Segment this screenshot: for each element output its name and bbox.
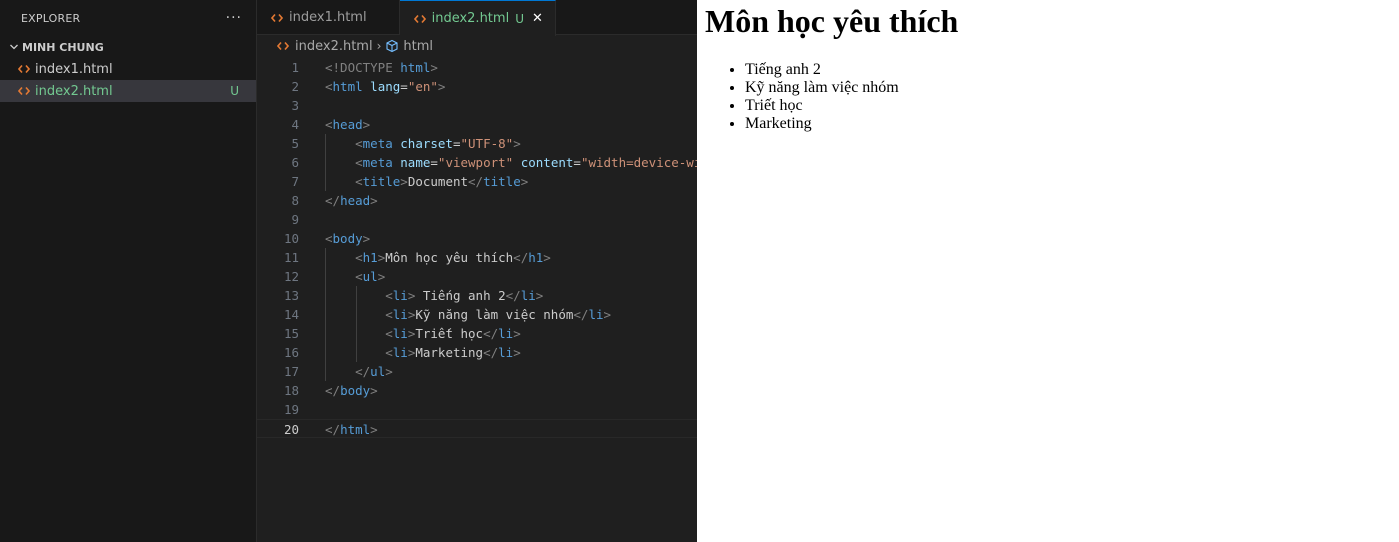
list-item: Triết học [745,97,1399,115]
browser-preview: Môn học yêu thích Tiếng anh 2 Kỹ năng là… [697,0,1399,542]
line-number: 19 [283,402,299,417]
list-item: Marketing [745,115,1399,133]
list-item: Tiếng anh 2 [745,61,1399,79]
line-number: 11 [283,250,299,265]
line-number: 18 [283,383,299,398]
line-number: 13 [283,288,299,303]
code-line: 2 <html lang="en"> [257,77,697,96]
tab-index2[interactable]: index2.html U ✕ [399,0,556,36]
folder-label: MINH CHUNG [22,40,104,54]
symbol-cube-icon [385,39,403,53]
li-text: Triết học [415,326,484,341]
line-number: 14 [283,307,299,322]
breadcrumb: index2.html › html [257,35,697,57]
line-number: 17 [283,364,299,379]
code-line: 11 <h1>Môn học yêu thích</h1> [257,248,697,267]
explorer-header: EXPLORER ··· [0,0,256,36]
line-number: 6 [291,155,299,170]
line-number: 15 [283,326,299,341]
explorer-title: EXPLORER [21,11,81,25]
code-line: 15 <li>Triết học</li> [257,324,697,343]
html-file-icon [18,86,35,96]
modified-badge: U [515,11,524,26]
attr-name: charset [400,136,453,151]
attr-name: lang [370,79,401,94]
preview-heading: Môn học yêu thích [705,3,959,39]
more-actions-icon[interactable]: ··· [226,10,242,26]
doctype-keyword: !DOCTYPE [332,60,393,75]
attr-value: "en" [407,79,438,94]
attr-value: "viewport" [437,155,514,170]
code-line: 18 </body> [257,381,697,400]
breadcrumb-symbol[interactable]: html [403,39,433,54]
li-text: Marketing [415,345,484,360]
code-line: 14 <li>Kỹ năng làm việc nhóm</li> [257,305,697,324]
tab-index1[interactable]: index1.html [257,0,400,35]
code-line: 17 </ul> [257,362,697,381]
code-line: 16 <li>Marketing</li> [257,343,697,362]
code-line: 6 <meta name="viewport" content="width=d… [257,153,697,172]
line-number: 3 [291,98,299,113]
code-editor: index1.html index2.html U ✕ index2.html … [257,0,697,542]
line-number: 20 [283,422,299,437]
untracked-badge: U [230,84,239,98]
doctype-html: html [400,60,431,75]
breadcrumb-separator: › [376,39,382,53]
folder-minh-chung[interactable]: MINH CHUNG [0,36,256,58]
line-number: 12 [283,269,299,284]
html-file-icon [271,13,289,23]
li-text: Tiếng anh 2 [415,288,506,303]
close-tab-icon[interactable]: ✕ [532,11,543,26]
code-line: 1 <!DOCTYPE html> [257,58,697,77]
code-line: 3 [257,96,697,115]
tab-label: index1.html [289,10,367,25]
code-line: 4 <head> [257,115,697,134]
line-number: 10 [283,231,299,246]
code-line: 5 <meta charset="UTF-8"> [257,134,697,153]
html-file-icon [18,64,35,74]
li-text: Kỹ năng làm việc nhóm [415,307,574,322]
attr-name: content [520,155,574,170]
file-label: index1.html [35,61,113,77]
line-number: 9 [291,212,299,227]
code-line-current: 20 </html> [257,419,697,438]
explorer-sidebar: EXPLORER ··· MINH CHUNG index1.html inde… [0,0,257,542]
code-line: 19 [257,400,697,419]
attr-value: "UTF-8" [460,136,514,151]
code-line: 12 <ul> [257,267,697,286]
file-label: index2.html [35,83,113,99]
html-file-icon [277,41,295,51]
attr-name: name [400,155,431,170]
line-number: 16 [283,345,299,360]
preview-list: Tiếng anh 2 Kỹ năng làm việc nhóm Triết … [745,61,1399,133]
list-item: Kỹ năng làm việc nhóm [745,79,1399,97]
file-item-index1[interactable]: index1.html [0,58,256,80]
code-line: 8 </head> [257,191,697,210]
html-file-icon [413,14,432,24]
editor-tabs: index1.html index2.html U ✕ [257,0,697,36]
line-number: 8 [291,193,299,208]
title-text: Document [407,174,469,189]
code-line: 7 <title>Document</title> [257,172,697,191]
line-number: 1 [291,60,299,75]
attr-value: "width=device-width, initial-scale=1.0" [580,155,697,170]
tab-label: index2.html [431,11,510,26]
chevron-down-icon [6,42,22,52]
line-number: 4 [291,117,299,132]
code-line: 10 <body> [257,229,697,248]
code-area[interactable]: 1 <!DOCTYPE html> 2 <html lang="en"> 3 4 <h… [257,58,697,438]
file-item-index2[interactable]: index2.html U [0,80,256,102]
line-number: 2 [291,79,299,94]
line-number: 5 [291,136,299,151]
h1-text: Môn học yêu thích [385,250,514,265]
code-line: 9 [257,210,697,229]
line-number: 7 [291,174,299,189]
breadcrumb-file[interactable]: index2.html [295,39,373,54]
code-line: 13 <li> Tiếng anh 2</li> [257,286,697,305]
